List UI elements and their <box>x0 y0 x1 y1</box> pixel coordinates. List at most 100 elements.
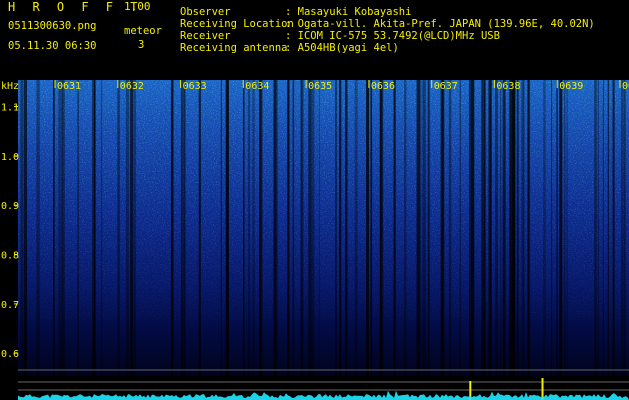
timestamp: 05.11.30 06:30 <box>8 40 97 52</box>
streak <box>117 80 120 376</box>
y-tick-label: 0.6 <box>1 349 19 360</box>
streak <box>448 80 452 376</box>
streak <box>393 80 396 376</box>
antenna-label: Receiving antenna <box>180 42 288 54</box>
app-title: H R O F F T <box>8 0 143 14</box>
spectrogram: kHz 0.6 0.7 0.8 0.9 1.0 1.1 0631 0632 0633 0634 06… <box>0 78 629 400</box>
streak <box>382 80 384 376</box>
meteor-count-label: meteor <box>124 25 162 37</box>
streak <box>527 80 529 376</box>
streak <box>23 80 27 376</box>
streak <box>566 80 568 376</box>
streak <box>77 80 79 376</box>
streak <box>335 80 337 376</box>
y-tick-label: 0.9 <box>1 201 19 212</box>
streak <box>225 80 229 376</box>
streak <box>597 80 599 376</box>
streak <box>404 80 407 376</box>
observer-label: Observer <box>180 6 231 18</box>
x-tick-label: 0639 <box>559 81 583 92</box>
y-tick-label: 1.1 <box>1 103 19 114</box>
streak <box>366 80 369 376</box>
x-tick-label: 0636 <box>371 81 395 92</box>
y-tick-label: 0.7 <box>1 300 19 311</box>
streak <box>508 80 513 376</box>
streak <box>36 80 40 376</box>
app-version: 1.00 <box>124 0 151 13</box>
streak <box>612 80 615 376</box>
location-value: : Ogata-vill. Akita-Pref. JAPAN (139.96E… <box>285 18 595 30</box>
streak <box>58 80 61 376</box>
streak <box>339 80 342 376</box>
streak <box>623 80 626 376</box>
streak <box>276 80 278 376</box>
streak <box>247 80 251 376</box>
streak <box>551 80 553 376</box>
location-label: Receiving Location <box>180 18 294 30</box>
streak <box>428 80 431 376</box>
receiver-value: : ICOM IC-575 53.7492(@LCD)MHz USB <box>285 30 500 42</box>
x-tick-label: 0631 <box>57 81 81 92</box>
streak <box>481 80 484 376</box>
streak <box>125 80 130 376</box>
streak <box>489 80 492 376</box>
streak <box>252 80 255 376</box>
streak <box>345 80 348 376</box>
streak <box>495 80 498 376</box>
antenna-value: : A504HB(yagi 4el) <box>285 42 399 54</box>
file-name: 0511300630.png <box>8 20 97 32</box>
x-tick-label: 0637 <box>434 81 458 92</box>
streak <box>594 80 597 376</box>
streak <box>607 80 609 376</box>
streak <box>354 80 358 376</box>
streak <box>130 80 134 376</box>
streak <box>292 80 295 376</box>
streak <box>53 80 55 376</box>
streak <box>441 80 445 376</box>
spectrogram-panel: kHz 0.6 0.7 0.8 0.9 1.0 1.1 0631 0632 0633 0634 06… <box>0 78 629 400</box>
streak <box>100 80 103 376</box>
streak <box>416 80 420 376</box>
streak <box>370 80 372 376</box>
x-tick-label: 0638 <box>496 81 520 92</box>
x-tick-label: 0640 <box>622 81 629 92</box>
x-tick-label: 0632 <box>120 81 144 92</box>
streak <box>259 80 263 376</box>
streak <box>198 80 201 376</box>
header-panel: H R O F F T 1.00 0511300630.png meteor 3… <box>0 0 629 78</box>
observer-value: : Masayuki Kobayashi <box>285 6 412 18</box>
streak <box>523 80 525 376</box>
streak <box>602 80 604 376</box>
streak <box>500 80 502 376</box>
streak <box>469 80 471 376</box>
streak <box>287 80 290 376</box>
streak <box>220 80 222 376</box>
streak <box>502 80 506 376</box>
streak <box>243 80 245 376</box>
streak <box>60 80 63 376</box>
streak <box>300 80 303 376</box>
streak <box>556 80 558 376</box>
streak <box>543 80 546 376</box>
streak <box>483 80 486 376</box>
streak <box>470 80 475 376</box>
streak <box>459 80 461 376</box>
x-tick-label: 0634 <box>245 81 269 92</box>
x-tick-label: 0633 <box>183 81 207 92</box>
streak <box>516 80 519 376</box>
streak <box>308 80 312 376</box>
y-unit-label: kHz <box>1 81 19 92</box>
streak <box>183 80 186 376</box>
streak <box>93 80 96 376</box>
streak <box>311 80 315 376</box>
streak <box>564 80 566 376</box>
y-tick-label: 1.0 <box>1 152 19 163</box>
streak <box>20 80 24 376</box>
y-tick-label: 0.8 <box>1 251 19 262</box>
x-tick-label: 0635 <box>308 81 332 92</box>
streak <box>621 80 624 376</box>
streak <box>318 80 320 376</box>
receiver-label: Receiver <box>180 30 231 42</box>
streak <box>422 80 426 376</box>
streak <box>273 80 277 376</box>
